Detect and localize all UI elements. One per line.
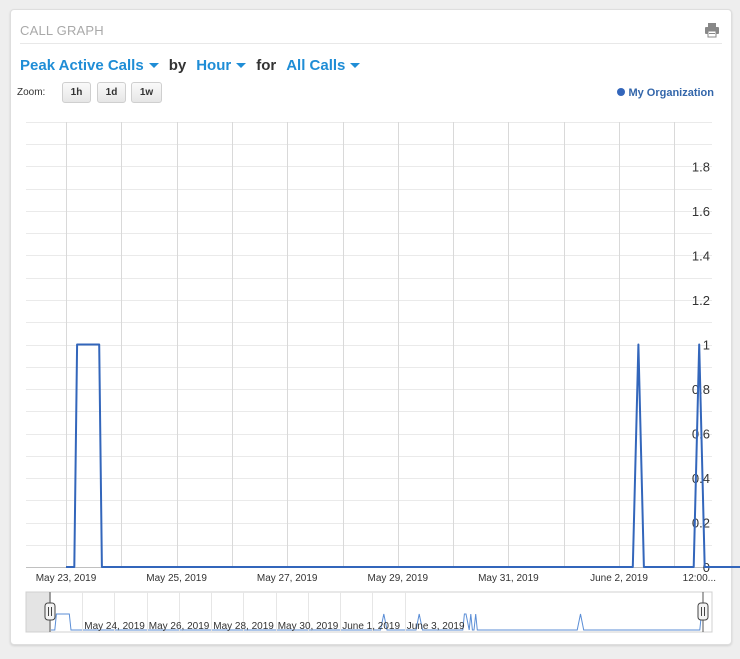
x-tick-label: 12:00... [683, 573, 716, 584]
x-tick-label: May 27, 2019 [257, 573, 318, 584]
navigator-label: May 30, 2019 [278, 621, 339, 632]
y-tick-label: 1 [703, 338, 710, 353]
call-graph-chart: 00.20.40.60.811.21.41.61.8May 23, 2019 Ma… [25, 122, 740, 633]
navigator-label: June 3, 2019 [407, 621, 465, 632]
x-tick-label: May 23, 2019 [36, 573, 97, 584]
y-tick-label: 1.2 [692, 293, 710, 308]
navigator-label: May 26, 2019 [149, 621, 210, 632]
x-tick-label: June 2, 2019 [590, 573, 648, 584]
navigator-handle-right[interactable] [697, 602, 709, 621]
navigator-handle-left[interactable] [44, 602, 56, 621]
y-tick-label: 1.6 [692, 204, 710, 219]
x-tick-label: May 29, 2019 [367, 573, 428, 584]
y-tick-label: 1.4 [692, 249, 710, 264]
navigator-label: June 1, 2019 [342, 621, 400, 632]
navigator-label: May 24, 2019 [84, 621, 145, 632]
x-tick-label: May 31, 2019 [478, 573, 539, 584]
y-tick-label: 0.4 [692, 471, 710, 486]
x-tick-label: May 25, 2019 [146, 573, 207, 584]
y-tick-label: 1.8 [692, 160, 710, 175]
navigator-label: May 28, 2019 [213, 621, 274, 632]
